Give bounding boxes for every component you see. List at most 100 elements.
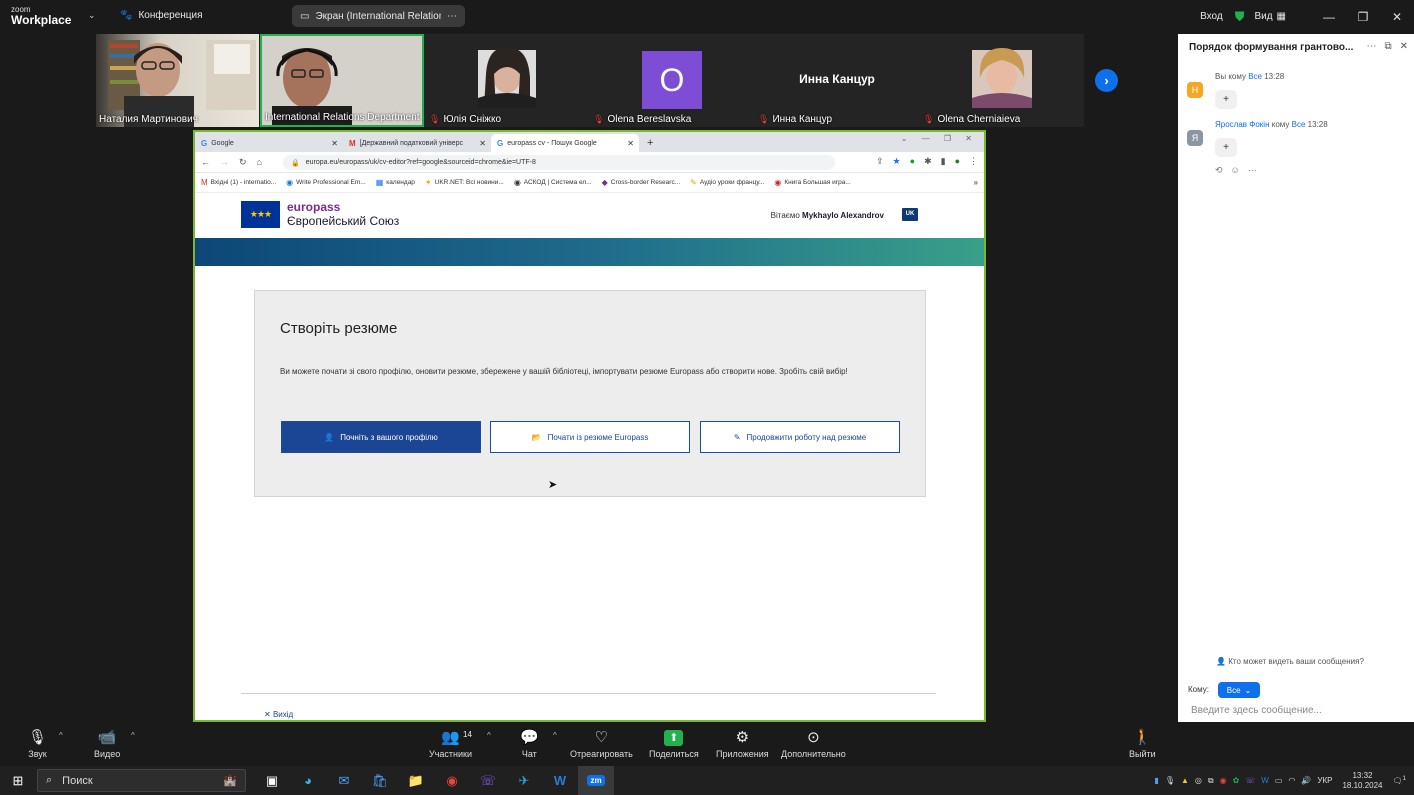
zoom-taskbar-icon[interactable]: zm [578, 766, 614, 795]
wifi-icon[interactable]: ◠ [1288, 776, 1295, 785]
close-tab-icon[interactable]: ✕ [479, 139, 486, 148]
bookmark-item[interactable]: ◉ Книга Большая игра... [774, 178, 850, 187]
bookmark-item[interactable]: M Вхідні (1) - internatio... [201, 178, 276, 187]
bookmark-item[interactable]: ✎ Аудіо уроки францу... [690, 178, 764, 187]
address-bar[interactable]: 🔒 europa.eu/europass/uk/cv-editor?ref=goo… [283, 155, 835, 170]
participant-tile[interactable]: Наталия Мартинович [96, 34, 259, 127]
more-options-icon[interactable]: ⋯ [1366, 41, 1376, 52]
bookmark-item[interactable]: ✶ UKR.NET: Всі новини... [425, 178, 504, 187]
store-icon[interactable]: 🛍 [362, 766, 398, 795]
battery-icon[interactable]: ▭ [1275, 776, 1283, 785]
video-button[interactable]: 📹 Видео [94, 727, 120, 759]
viber-icon[interactable]: ☏ [470, 766, 506, 795]
close-tab-icon[interactable]: ✕ [627, 139, 634, 148]
emoji-icon[interactable]: ☺ [1231, 165, 1240, 176]
browser-tab[interactable]: G Google ✕ [195, 134, 343, 152]
tray-icon[interactable]: ⧉ [1208, 776, 1214, 786]
popout-icon[interactable]: ⧉ [1384, 41, 1391, 52]
language-indicator[interactable]: УКР [1317, 776, 1332, 785]
viber-tray-icon[interactable]: ☏ [1245, 776, 1255, 785]
reaction-button[interactable]: + [1215, 90, 1237, 109]
chrome-icon[interactable]: ◉ [434, 766, 470, 795]
reply-icon[interactable]: ⟲ [1215, 165, 1223, 176]
taskbar-search[interactable]: ⌕ Поиск 🏰 [37, 769, 246, 792]
leave-button[interactable]: 🚶 Выйти [1129, 727, 1156, 759]
forward-icon[interactable]: → [220, 157, 229, 167]
explorer-icon[interactable]: 📁 [398, 766, 434, 795]
participants-options-caret[interactable]: ^ [487, 731, 491, 740]
grid-icon[interactable]: ▦ [1277, 11, 1286, 22]
edge-icon[interactable]: ◕ [290, 766, 326, 795]
chevron-down-icon[interactable]: ⌄ [88, 10, 96, 21]
more-options-icon[interactable]: ⋯ [447, 11, 457, 22]
tray-icon[interactable]: ◉ [1220, 776, 1227, 785]
chat-message[interactable]: Я Ярослав Фокін кому Все 13:28 + [1187, 120, 1407, 160]
zoom-tray-icon[interactable]: ▮ [1154, 776, 1158, 785]
chat-message-input[interactable]: Введите здесь сообщение... [1191, 705, 1322, 716]
close-icon[interactable]: ✕ [1380, 10, 1414, 24]
screen-share-pill[interactable]: ▭ Экран (International Relations De ⋯ [292, 5, 465, 27]
next-page-arrow-icon[interactable]: › [1095, 69, 1118, 92]
start-from-europass-cv-button[interactable]: 📂 Почати із резюме Europass [490, 421, 690, 453]
word-tray-icon[interactable]: W [1261, 776, 1269, 785]
bookmark-item[interactable]: ◉ Write Professional Em... [286, 178, 366, 187]
telegram-icon[interactable]: ✈ [506, 766, 542, 795]
back-icon[interactable]: ← [201, 157, 210, 167]
participant-tile[interactable]: 🎙 Юлія Сніжко [426, 34, 589, 127]
minimize-icon[interactable]: — [1312, 10, 1346, 24]
browser-tab-active[interactable]: G europass cv - Пошук Google ✕ [491, 134, 639, 152]
reaction-button[interactable]: + [1215, 138, 1237, 157]
participant-tile[interactable]: Инна Канцур 🎙 Инна Канцур [755, 34, 919, 127]
mic-tray-icon[interactable]: 🎙 [1165, 776, 1175, 785]
restore-icon[interactable]: ❐ [1346, 10, 1380, 24]
audio-button[interactable]: 🎙 Звук [28, 727, 47, 759]
participant-tile-active[interactable]: International Relations Department ... [260, 34, 424, 127]
more-button[interactable]: ⊙ Дополнительно [781, 727, 846, 759]
bookmark-item[interactable]: ◆ Cross-border Researc... [602, 178, 681, 187]
bookmark-item[interactable]: ▦ календар [376, 178, 415, 187]
home-icon[interactable]: ⌂ [257, 157, 262, 167]
tray-icon[interactable]: ✿ [1233, 776, 1240, 785]
menu-dots-icon[interactable]: ⋮ [969, 156, 978, 167]
conference-menu[interactable]: 🐾 Конференция [120, 10, 203, 21]
bookmark-item[interactable]: ◉ АСКОД | Система ел... [514, 178, 592, 187]
close-tab-icon[interactable]: ✕ [331, 139, 338, 148]
new-tab-icon[interactable]: + [639, 134, 661, 152]
browser-tab[interactable]: M [Державний податковий універс ✕ [343, 134, 491, 152]
apps-button[interactable]: ⚙ Приложения [716, 727, 769, 759]
chat-button[interactable]: 💬 Чат [520, 727, 539, 759]
audio-options-caret[interactable]: ^ [59, 731, 63, 740]
chat-message[interactable]: Н Вы кому Все 13:28 + [1187, 72, 1407, 112]
sidepanel-icon[interactable]: ▮ [941, 156, 946, 167]
more-options-icon[interactable]: ⋯ [1248, 165, 1257, 176]
react-button[interactable]: ♡ Отреагировать [570, 727, 633, 759]
view-button[interactable]: Вид [1254, 11, 1272, 22]
recipient-dropdown[interactable]: Все ⌄ [1218, 682, 1260, 698]
share-icon[interactable]: ⇪ [876, 156, 884, 167]
user-name-link[interactable]: Mykhaylo Alexandrov [802, 211, 884, 220]
task-view-icon[interactable]: ▣ [254, 766, 290, 795]
close-icon[interactable]: ✕ [1400, 41, 1408, 52]
who-can-see-link[interactable]: 👤 Кто может видеть ваши сообщения? [1216, 657, 1364, 666]
participant-tile[interactable]: 🎙 Olena Cherniaieva [920, 34, 1084, 127]
more-bookmarks-icon[interactable]: » [974, 178, 978, 187]
language-selector[interactable]: UK [902, 208, 918, 221]
clock[interactable]: 13:32 18.10.2024 [1342, 771, 1382, 791]
tray-icon[interactable]: ◎ [1195, 776, 1202, 785]
volume-icon[interactable]: 🔊 [1301, 776, 1311, 785]
word-icon[interactable]: W [542, 766, 578, 795]
start-from-profile-button[interactable]: 👤 Почніть з вашого профілю [281, 421, 481, 453]
reload-icon[interactable]: ↻ [239, 157, 247, 168]
puzzle-icon[interactable]: ✱ [924, 156, 932, 167]
star-icon[interactable]: ★ [893, 156, 901, 167]
continue-cv-button[interactable]: ✎ Продовжити роботу над резюме [700, 421, 900, 453]
profile-icon[interactable]: ● [955, 156, 960, 167]
participant-tile[interactable]: O 🎙 Olena Bereslavska [590, 34, 754, 127]
video-options-caret[interactable]: ^ [131, 731, 135, 740]
extension-icon[interactable]: ● [910, 156, 915, 167]
signin-button[interactable]: Вход [1200, 11, 1223, 22]
mail-icon[interactable]: ✉ [326, 766, 362, 795]
exit-link[interactable]: ✕ Вихід [264, 710, 293, 719]
drive-tray-icon[interactable]: ▲ [1181, 776, 1189, 785]
chat-options-caret[interactable]: ^ [553, 731, 557, 740]
